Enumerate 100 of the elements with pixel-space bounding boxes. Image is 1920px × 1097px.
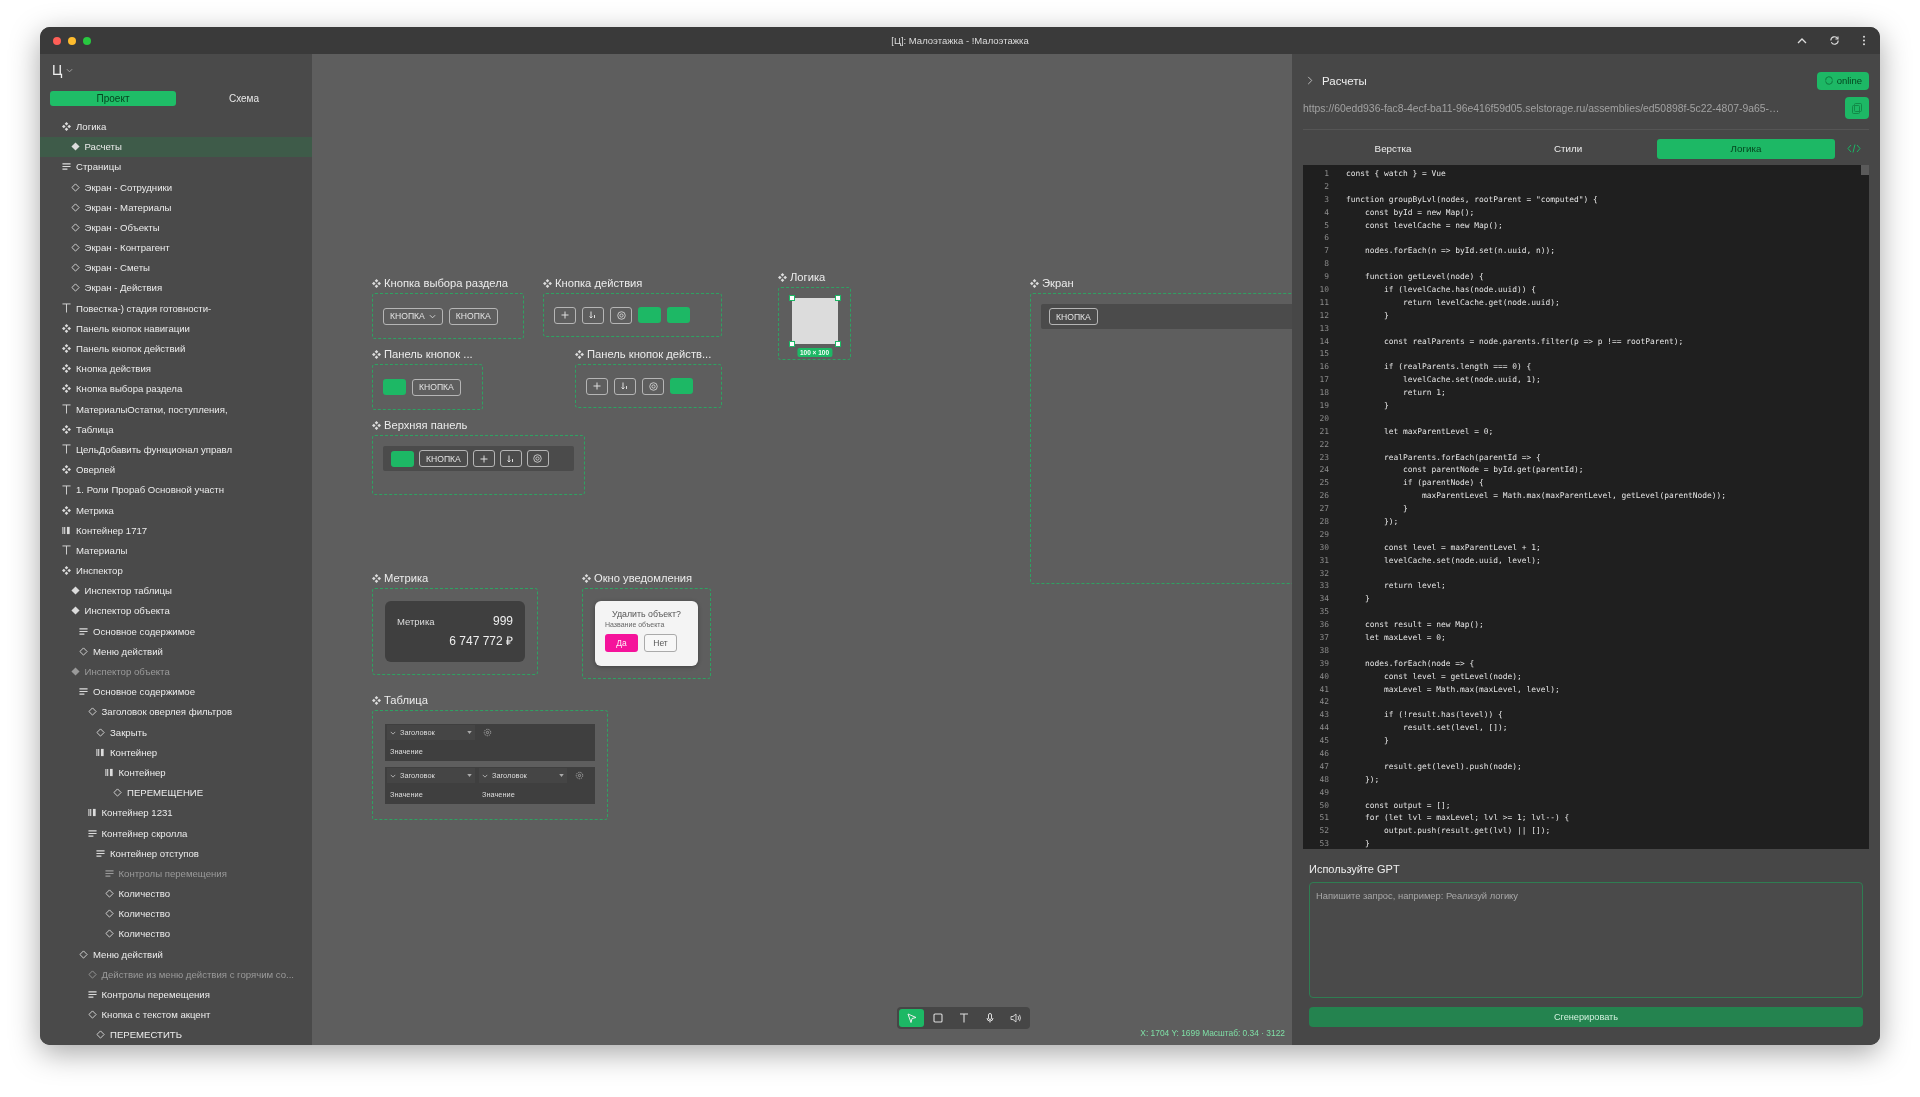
add-button[interactable]: [472, 450, 495, 467]
resize-handle[interactable]: [834, 340, 841, 347]
tree-item[interactable]: Основное содержимое: [40, 681, 312, 702]
cancel-button[interactable]: Нет: [644, 634, 677, 652]
outline-button[interactable]: КНОПКА: [448, 307, 498, 325]
tree-item[interactable]: Материалы: [40, 540, 312, 561]
resize-handle[interactable]: [788, 294, 795, 301]
tree-item[interactable]: Экран - Сотрудники: [40, 176, 312, 198]
tree-item[interactable]: ПЕРЕМЕСТИТЬ: [40, 1024, 312, 1045]
chevron-right-icon[interactable]: [1307, 76, 1313, 85]
component-frame[interactable]: [543, 293, 722, 337]
at-button[interactable]: [642, 377, 664, 395]
frame-title[interactable]: Метрика: [372, 570, 429, 586]
caret-icon[interactable]: [467, 774, 472, 777]
code-icon[interactable]: [1846, 144, 1861, 153]
generate-button[interactable]: Сгенерировать: [1309, 1007, 1863, 1027]
panel-tab[interactable]: Логика: [1657, 138, 1835, 159]
frame-title[interactable]: Таблица: [372, 692, 428, 708]
selected-square[interactable]: [791, 297, 838, 344]
prompt-field[interactable]: Напишите запрос, например: Реализуй логику: [1309, 882, 1863, 998]
outline-button[interactable]: КНОПКА: [419, 450, 468, 467]
tree-item[interactable]: ПЕРЕМЕЩЕНИЕ: [40, 782, 312, 803]
tree-item[interactable]: Меню действий: [40, 944, 312, 965]
tree-item[interactable]: Экран - Сметы: [40, 257, 312, 278]
frame-title[interactable]: Окно уведомления: [582, 570, 693, 586]
panel-tab[interactable]: Стили: [1482, 138, 1654, 159]
tree-item[interactable]: Меню действий: [40, 641, 312, 662]
tree-item[interactable]: Заголовок оверлея фильтров: [40, 701, 312, 722]
tree-item[interactable]: Контейнер: [40, 762, 312, 783]
tree-item[interactable]: Панель кнопок навигации: [40, 318, 312, 339]
tree-item[interactable]: Контейнер скролла: [40, 822, 312, 844]
resize-handle[interactable]: [788, 340, 795, 347]
tree-item[interactable]: Контейнер отступов: [40, 843, 312, 864]
sort-button[interactable]: [582, 306, 604, 324]
tree-item[interactable]: Количество: [40, 923, 312, 945]
frame-title[interactable]: Экран: [1030, 275, 1074, 291]
more-icon[interactable]: [1862, 35, 1866, 46]
outline-button[interactable]: КНОПКА: [1049, 308, 1098, 325]
sort-button[interactable]: [499, 450, 522, 467]
sort-button[interactable]: [614, 377, 636, 395]
tree-item[interactable]: Страницы: [40, 156, 312, 177]
tree-item[interactable]: Инспектор объекта: [40, 600, 312, 622]
online-button[interactable]: online: [1816, 71, 1869, 90]
dropdown-button[interactable]: КНОПКА: [383, 307, 443, 325]
tree-item[interactable]: Контейнер 1717: [40, 520, 312, 541]
panel-tab[interactable]: Верстка: [1307, 138, 1479, 159]
frame-title[interactable]: Панель кнопок ...: [372, 346, 473, 362]
resize-handle[interactable]: [834, 294, 841, 301]
tree-item[interactable]: Таблица: [40, 419, 312, 440]
frame-title[interactable]: Верхняя панель: [372, 417, 468, 433]
tree-item[interactable]: ЦельДобавить функционал управл: [40, 439, 312, 460]
component-frame[interactable]: Метрика 999 6 747 772 ₽: [372, 588, 538, 675]
tree-item[interactable]: Основное содержимое: [40, 621, 312, 642]
component-frame[interactable]: КНОПКА КНОПКА: [372, 293, 524, 339]
refresh-icon[interactable]: [1829, 35, 1840, 46]
tree-item[interactable]: Контролы перемещения: [40, 984, 312, 1005]
caret-icon[interactable]: [559, 774, 564, 777]
maximize-button[interactable]: [83, 36, 91, 45]
at-button[interactable]: [526, 450, 549, 467]
tree-item[interactable]: Количество: [40, 883, 312, 904]
tree-item[interactable]: Экран - Контрагент: [40, 237, 312, 258]
component-frame[interactable]: [575, 364, 722, 408]
tree-item[interactable]: Панель кнопок действий: [40, 338, 312, 359]
pointer-tool[interactable]: [899, 1009, 924, 1027]
frame-title[interactable]: Кнопка действия: [543, 275, 643, 291]
caret-icon[interactable]: [467, 731, 472, 734]
add-button[interactable]: [586, 377, 608, 395]
tree-item[interactable]: Оверлей: [40, 459, 312, 480]
tree-item[interactable]: Контейнер: [40, 742, 312, 763]
outline-button[interactable]: КНОПКА: [412, 378, 461, 396]
tree-item[interactable]: Инспектор таблицы: [40, 580, 312, 601]
tree-item[interactable]: Контейнер 1231: [40, 802, 312, 823]
settings-icon[interactable]: [483, 728, 492, 737]
tree-item[interactable]: Повестка-) стадия готовности-: [40, 298, 312, 319]
tree-item[interactable]: Экран - Материалы: [40, 197, 312, 218]
confirm-button[interactable]: Да: [605, 634, 638, 652]
tree-item[interactable]: Расчеты: [40, 136, 312, 157]
sidebar-tab[interactable]: Схема: [176, 90, 312, 107]
tree-item[interactable]: 1. Роли Прораб Основной участн: [40, 479, 312, 500]
tree-item[interactable]: Количество: [40, 903, 312, 924]
minimize-button[interactable]: [68, 36, 76, 45]
tree-item[interactable]: Кнопка с текстом акцент: [40, 1004, 312, 1025]
scrollbar[interactable]: [1861, 165, 1869, 175]
tree-item[interactable]: Инспектор: [40, 560, 312, 581]
tree-item[interactable]: Логика: [40, 116, 312, 137]
close-button[interactable]: [53, 36, 61, 45]
project-name[interactable]: Ц: [52, 62, 63, 79]
tree-item[interactable]: Метрика: [40, 499, 312, 521]
code-editor[interactable]: [1303, 165, 1869, 849]
at-button[interactable]: [610, 306, 632, 324]
tree-item[interactable]: Кнопка выбора раздела: [40, 378, 312, 399]
copy-button[interactable]: [1845, 97, 1869, 119]
tree-item[interactable]: Закрыть: [40, 722, 312, 743]
chevron-down-icon[interactable]: [66, 67, 74, 73]
frame-title[interactable]: Кнопка выбора раздела: [372, 275, 508, 291]
tree-item[interactable]: Экран - Объекты: [40, 217, 312, 238]
frame-title[interactable]: Логика: [778, 269, 826, 285]
sidebar-tab[interactable]: Проект: [50, 90, 176, 107]
tree-item[interactable]: МатериалыОстатки, поступления,: [40, 399, 312, 420]
tree-item[interactable]: Кнопка действия: [40, 358, 312, 379]
